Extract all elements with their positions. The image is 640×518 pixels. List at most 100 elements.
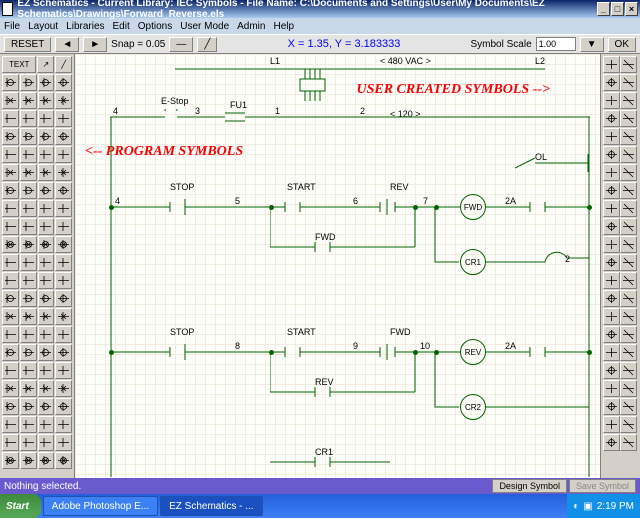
symbol-tool-12[interactable]: [2, 128, 19, 145]
symbol-tool-56[interactable]: [2, 326, 19, 343]
symbol-tool-1[interactable]: [20, 74, 37, 91]
symbol-tool-46[interactable]: [38, 272, 55, 289]
system-tray[interactable]: ◐ ▣ 2:19 PM: [567, 494, 640, 518]
symbol-tool-79[interactable]: [55, 416, 72, 433]
user-symbol-12[interactable]: [603, 164, 620, 181]
symbol-tool-21[interactable]: [20, 164, 37, 181]
symbol-tool-38[interactable]: [38, 236, 55, 253]
symbol-tool-25[interactable]: [20, 182, 37, 199]
start-button[interactable]: Start: [0, 494, 41, 518]
user-symbol-9[interactable]: [620, 128, 637, 145]
user-symbol-20[interactable]: [603, 236, 620, 253]
symbol-tool-10[interactable]: [38, 110, 55, 127]
tray-icon[interactable]: ◐: [573, 501, 579, 512]
symbol-tool-19[interactable]: [55, 146, 72, 163]
symbol-tool-62[interactable]: [38, 344, 55, 361]
symbol-tool-63[interactable]: [55, 344, 72, 361]
user-symbol-3[interactable]: [620, 74, 637, 91]
user-symbol-32[interactable]: [603, 344, 620, 361]
symbol-tool-37[interactable]: [20, 236, 37, 253]
user-symbol-21[interactable]: [620, 236, 637, 253]
user-symbol-29[interactable]: [620, 308, 637, 325]
user-symbol-18[interactable]: [603, 218, 620, 235]
symbol-tool-27[interactable]: [55, 182, 72, 199]
symbol-tool-73[interactable]: [20, 398, 37, 415]
symbol-tool-43[interactable]: [55, 254, 72, 271]
tool-prev[interactable]: ◄: [55, 37, 79, 52]
user-symbol-14[interactable]: [603, 182, 620, 199]
menu-options[interactable]: Options: [138, 21, 172, 32]
user-symbol-40[interactable]: [603, 416, 620, 433]
symbol-tool-64[interactable]: [2, 362, 19, 379]
symbol-tool-35[interactable]: [55, 218, 72, 235]
task-photoshop[interactable]: Adobe Photoshop E...: [43, 496, 158, 516]
task-ezschematics[interactable]: EZ Schematics - ...: [160, 496, 262, 516]
symbol-tool-29[interactable]: [20, 200, 37, 217]
symbol-tool-45[interactable]: [20, 272, 37, 289]
symbol-tool-47[interactable]: [55, 272, 72, 289]
symbol-tool-50[interactable]: [38, 290, 55, 307]
symbol-tool-65[interactable]: [20, 362, 37, 379]
user-symbol-38[interactable]: [603, 398, 620, 415]
drawing-canvas[interactable]: <-- PROGRAM SYMBOLS USER CREATED SYMBOLS…: [75, 54, 600, 478]
scale-dropdown[interactable]: ▼: [580, 37, 604, 52]
symbol-tool-74[interactable]: [38, 398, 55, 415]
symbol-tool-81[interactable]: [20, 434, 37, 451]
symbol-tool-71[interactable]: [55, 380, 72, 397]
user-symbol-16[interactable]: [603, 200, 620, 217]
tool-diag[interactable]: ╱: [197, 37, 217, 52]
user-symbol-4[interactable]: [603, 92, 620, 109]
user-symbol-17[interactable]: [620, 200, 637, 217]
symbol-tool-32[interactable]: [2, 218, 19, 235]
user-symbol-37[interactable]: [620, 380, 637, 397]
symbol-tool-82[interactable]: [38, 434, 55, 451]
user-symbol-34[interactable]: [603, 362, 620, 379]
symbol-tool-30[interactable]: [38, 200, 55, 217]
symbol-tool-58[interactable]: [38, 326, 55, 343]
symbol-tool-78[interactable]: [38, 416, 55, 433]
user-symbol-26[interactable]: [603, 290, 620, 307]
user-symbol-0[interactable]: [603, 56, 620, 73]
scale-input[interactable]: [536, 37, 576, 51]
symbol-tool-3[interactable]: [55, 74, 72, 91]
user-symbol-2[interactable]: [603, 74, 620, 91]
symbol-tool-66[interactable]: [38, 362, 55, 379]
user-symbol-10[interactable]: [603, 146, 620, 163]
user-symbol-28[interactable]: [603, 308, 620, 325]
user-symbol-39[interactable]: [620, 398, 637, 415]
menu-libraries[interactable]: Libraries: [66, 21, 104, 32]
user-symbol-5[interactable]: [620, 92, 637, 109]
symbol-tool-59[interactable]: [55, 326, 72, 343]
symbol-tool-14[interactable]: [38, 128, 55, 145]
symbol-tool-16[interactable]: [2, 146, 19, 163]
user-symbol-15[interactable]: [620, 182, 637, 199]
symbol-tool-70[interactable]: [38, 380, 55, 397]
symbol-tool-61[interactable]: [20, 344, 37, 361]
symbol-tool-57[interactable]: [20, 326, 37, 343]
symbol-tool-31[interactable]: [55, 200, 72, 217]
symbol-tool-44[interactable]: [2, 272, 19, 289]
symbol-tool-7[interactable]: [55, 92, 72, 109]
symbol-tool-85[interactable]: [20, 452, 37, 469]
user-symbol-36[interactable]: [603, 380, 620, 397]
symbol-tool-40[interactable]: [2, 254, 19, 271]
symbol-tool-67[interactable]: [55, 362, 72, 379]
symbol-tool-22[interactable]: [38, 164, 55, 181]
symbol-tool-2[interactable]: [38, 74, 55, 91]
user-symbol-1[interactable]: [620, 56, 637, 73]
symbol-tool-17[interactable]: [20, 146, 37, 163]
symbol-tool-9[interactable]: [20, 110, 37, 127]
design-symbol-button[interactable]: Design Symbol: [492, 479, 567, 493]
tool-next[interactable]: ►: [83, 37, 107, 52]
menu-usermode[interactable]: User Mode: [180, 21, 229, 32]
user-symbol-33[interactable]: [620, 344, 637, 361]
text-tool[interactable]: TEXT: [2, 56, 36, 73]
tray-icon[interactable]: ▣: [583, 501, 592, 512]
symbol-tool-54[interactable]: [38, 308, 55, 325]
symbol-tool-6[interactable]: [38, 92, 55, 109]
menu-file[interactable]: File: [4, 21, 20, 32]
symbol-tool-51[interactable]: [55, 290, 72, 307]
symbol-tool-53[interactable]: [20, 308, 37, 325]
menu-admin[interactable]: Admin: [237, 21, 265, 32]
symbol-tool-15[interactable]: [55, 128, 72, 145]
